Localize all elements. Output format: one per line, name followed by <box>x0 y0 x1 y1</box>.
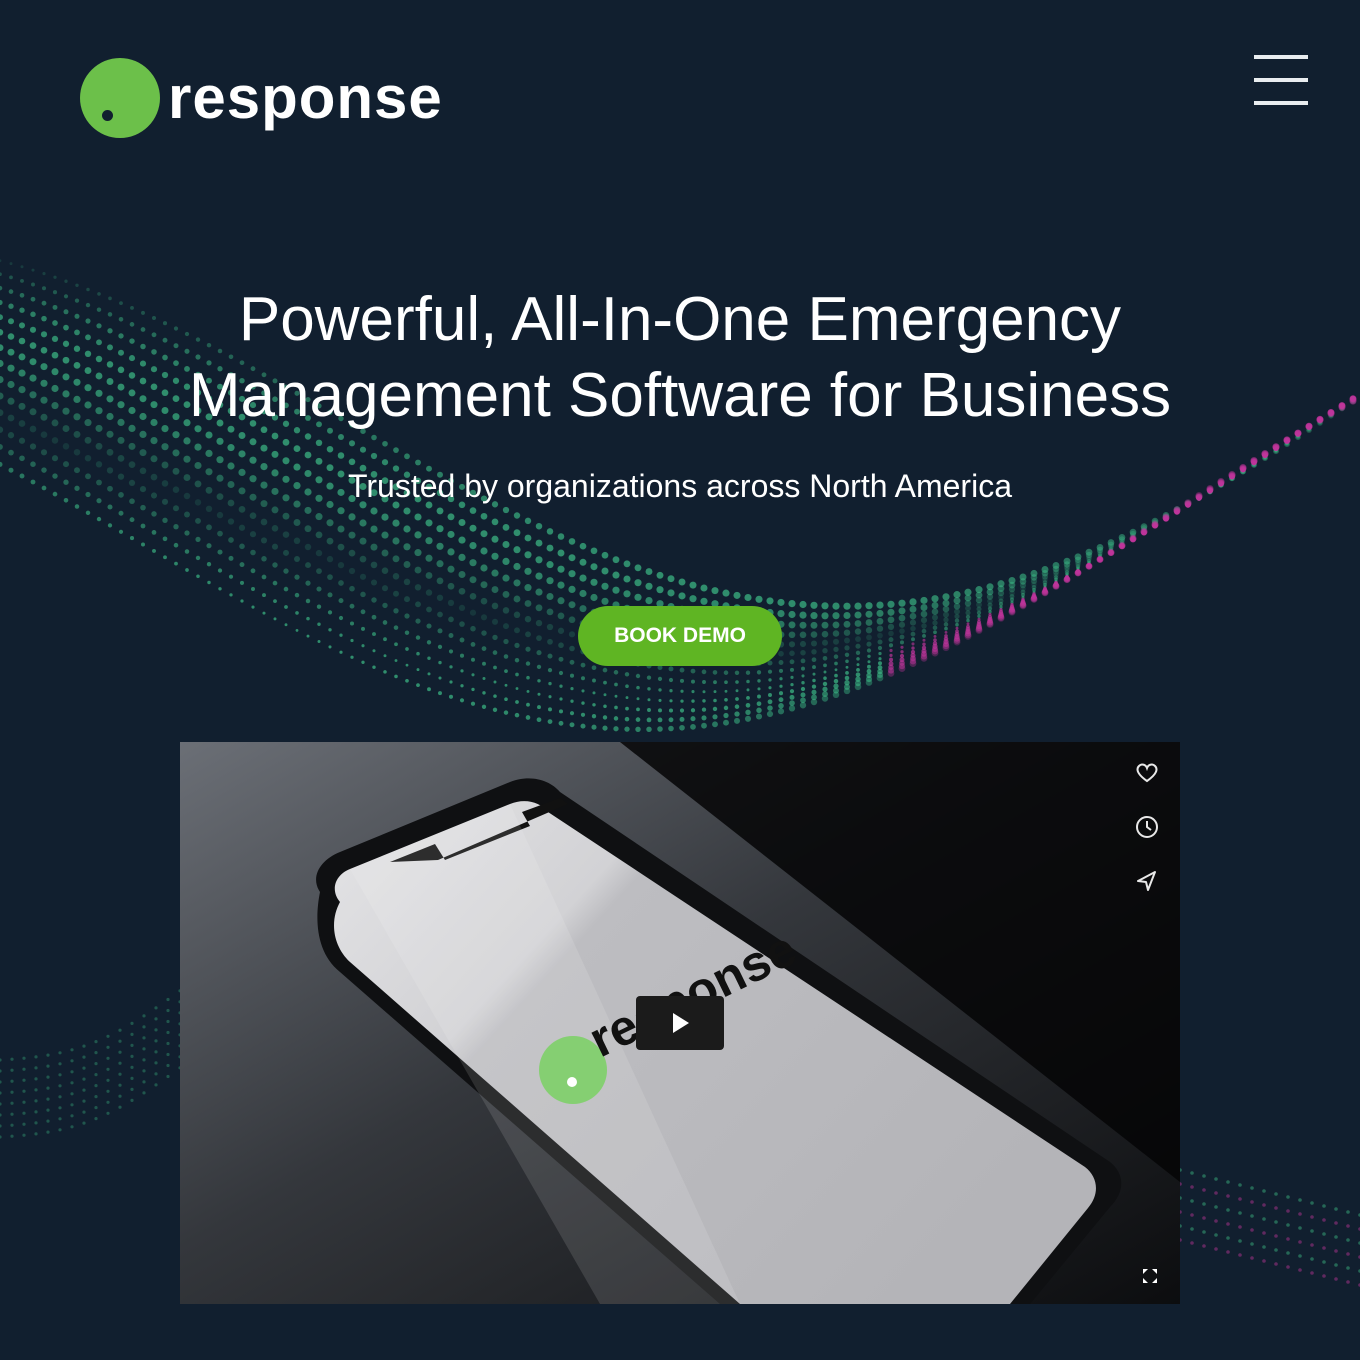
hamburger-menu-icon[interactable] <box>1254 55 1308 107</box>
video-player[interactable]: response <box>180 742 1180 1304</box>
hero-title-line-2: Management Software for Business <box>188 361 1172 430</box>
fullscreen-icon[interactable] <box>1140 1266 1160 1286</box>
brand-logo[interactable]: response <box>80 58 443 138</box>
hero-subtitle: Trusted by organizations across North Am… <box>348 468 1012 504</box>
share-icon[interactable] <box>1134 868 1160 894</box>
logo-text: response <box>168 64 443 131</box>
clock-icon[interactable] <box>1134 814 1160 840</box>
heart-icon[interactable] <box>1134 760 1160 786</box>
logo-mark-icon <box>80 58 160 138</box>
hero-title-line-1: Powerful, All-In-One Emergency <box>238 285 1122 354</box>
book-demo-button[interactable]: BOOK DEMO <box>578 606 782 666</box>
hero-title: Powerful, All-In-One Emergency Managemen… <box>0 282 1360 434</box>
play-icon[interactable] <box>636 996 724 1050</box>
